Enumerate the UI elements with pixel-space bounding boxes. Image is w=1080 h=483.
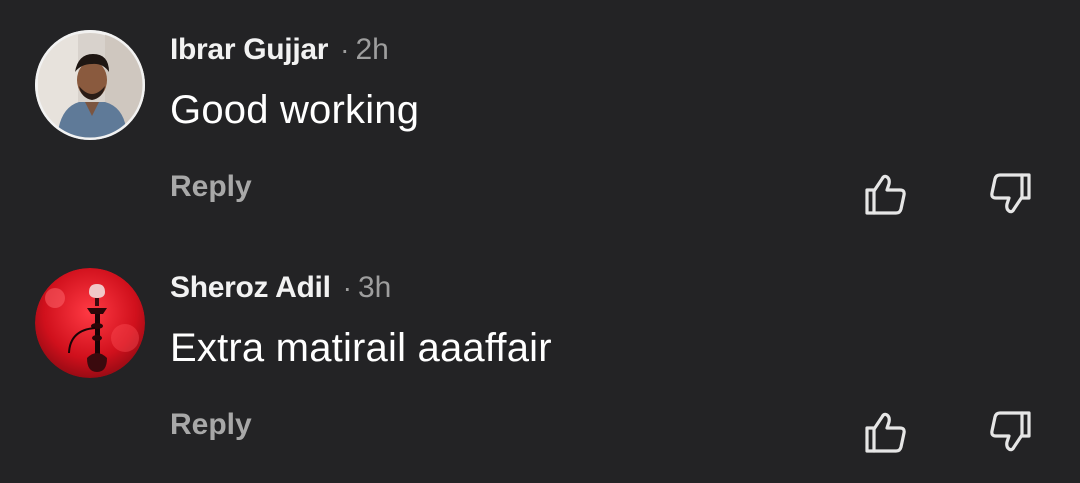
reply-button[interactable]: Reply bbox=[170, 170, 252, 204]
comment-meta: Sheroz Adil · 3h bbox=[170, 268, 391, 308]
comment-item: Ibrar Gujjar · 2h Good working Reply bbox=[0, 0, 1080, 238]
reply-button[interactable]: Reply bbox=[170, 408, 252, 442]
comment-text: Extra matirail aaaffair bbox=[170, 326, 552, 370]
author-name[interactable]: Sheroz Adil bbox=[170, 271, 331, 305]
author-name[interactable]: Ibrar Gujjar bbox=[170, 33, 328, 67]
avatar-image bbox=[35, 30, 145, 140]
thumbs-up-icon bbox=[865, 174, 906, 215]
comment-text: Good working bbox=[170, 88, 420, 132]
dislike-button[interactable] bbox=[987, 170, 1035, 218]
like-button[interactable] bbox=[861, 408, 909, 456]
thumbs-down-icon bbox=[990, 411, 1031, 452]
like-button[interactable] bbox=[861, 170, 909, 218]
thumbs-up-icon bbox=[865, 412, 906, 453]
avatar[interactable] bbox=[35, 268, 145, 378]
comment-meta: Ibrar Gujjar · 2h bbox=[170, 30, 389, 70]
meta-separator: · bbox=[342, 272, 352, 303]
comment-time: 2h bbox=[355, 33, 389, 66]
avatar[interactable] bbox=[35, 30, 145, 140]
comment-item: Sheroz Adil · 3h Extra matirail aaaffair… bbox=[0, 238, 1080, 476]
meta-separator: · bbox=[340, 34, 350, 65]
comment-time: 3h bbox=[357, 271, 392, 304]
thumbs-down-icon bbox=[990, 173, 1031, 214]
avatar-image bbox=[35, 268, 145, 378]
dislike-button[interactable] bbox=[987, 408, 1035, 456]
